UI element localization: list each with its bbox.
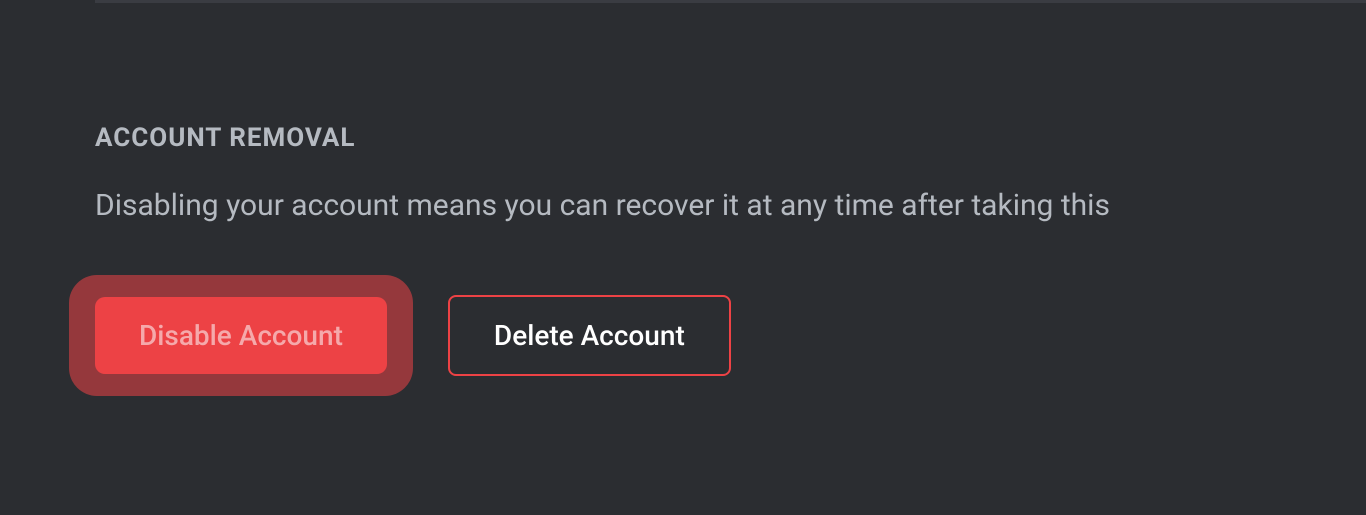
highlight-annotation: Disable Account [69, 275, 413, 396]
delete-account-button[interactable]: Delete Account [448, 295, 731, 376]
section-title: ACCOUNT REMOVAL [95, 123, 1366, 153]
disable-account-button[interactable]: Disable Account [95, 297, 387, 374]
button-row: Disable Account Delete Account [95, 275, 1366, 396]
section-description: Disabling your account means you can rec… [95, 185, 1366, 227]
account-removal-section: ACCOUNT REMOVAL Disabling your account m… [0, 3, 1366, 396]
